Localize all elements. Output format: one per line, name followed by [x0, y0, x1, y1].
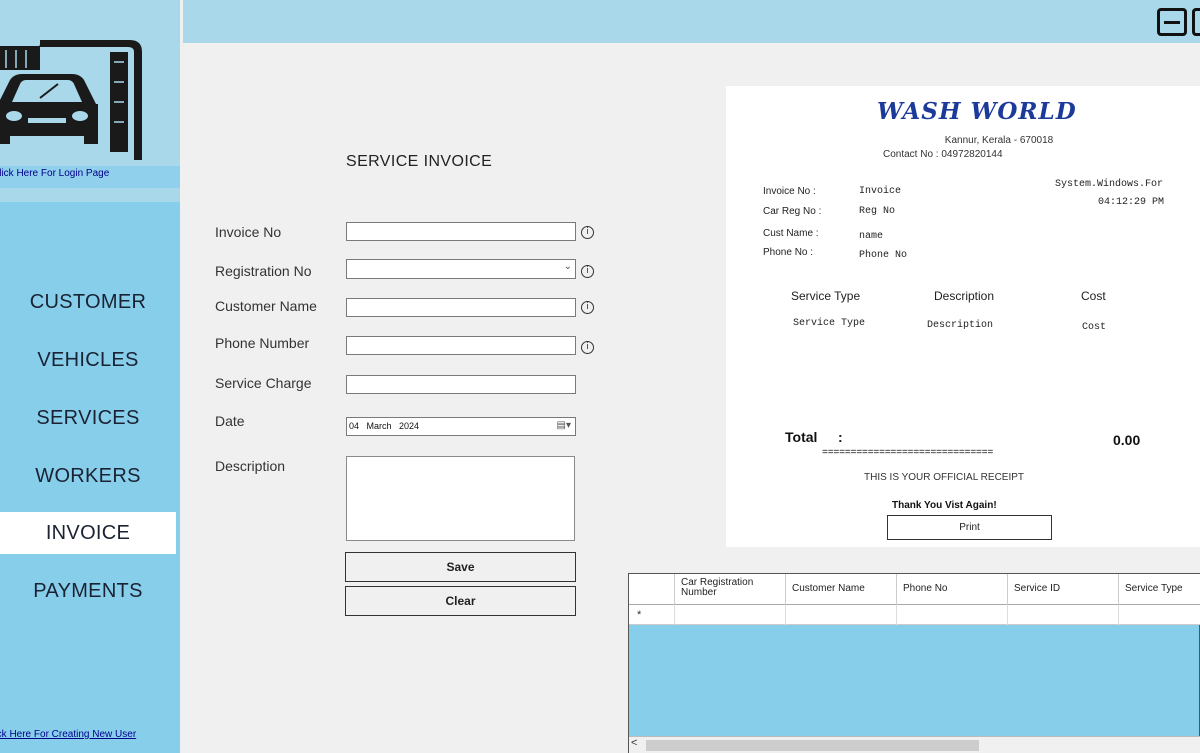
receipt-phone-value: Phone No	[859, 250, 908, 261]
scroll-left-arrow-icon[interactable]: <	[631, 737, 637, 749]
info-icon: i	[581, 265, 594, 278]
info-icon: i	[581, 226, 594, 239]
receipt-car-reg-value: Reg No	[859, 206, 896, 217]
grid-cell[interactable]	[786, 605, 897, 625]
invoice-grid[interactable]: Car Registration Number Customer Name Ph…	[628, 573, 1200, 753]
print-button[interactable]: Print	[887, 515, 1052, 540]
receipt-time: 04:12:29 PM	[1098, 197, 1165, 208]
grid-col-service-type[interactable]: Service Type	[1119, 574, 1200, 605]
minimize-button[interactable]	[1157, 8, 1187, 36]
receipt-total-label: Total	[785, 429, 818, 445]
grid-header: Car Registration Number Customer Name Ph…	[629, 574, 1200, 605]
receipt-car-reg-label: Car Reg No :	[763, 206, 822, 217]
receipt-date: System.Windows.For	[1055, 179, 1164, 190]
scrollbar-thumb[interactable]	[646, 740, 979, 751]
customer-name-label: Customer Name	[215, 298, 317, 314]
receipt-cell-description: Description	[927, 320, 994, 331]
globe-icon	[960, 100, 961, 101]
nav-vehicles[interactable]: VEHICLES	[0, 339, 176, 381]
date-picker[interactable]: 04 March 2024 ▤▾	[346, 417, 576, 436]
receipt-col-cost: Cost	[1081, 289, 1106, 303]
create-user-link[interactable]: Click Here For Creating New User	[0, 729, 136, 740]
service-charge-input[interactable]	[346, 375, 576, 394]
info-icon: i	[581, 301, 594, 314]
nav-invoice[interactable]: INVOICE	[0, 512, 176, 554]
registration-no-select[interactable]: ⌄	[346, 259, 576, 279]
nav-customer[interactable]: CUSTOMER	[0, 281, 176, 323]
description-textarea[interactable]	[346, 456, 575, 541]
maximize-button[interactable]	[1192, 8, 1200, 36]
date-value: 04 March 2024	[349, 421, 420, 431]
receipt-total-colon: :	[838, 429, 843, 445]
grid-col-car-reg[interactable]: Car Registration Number	[675, 574, 786, 605]
grid-row-header-col	[629, 574, 675, 605]
date-label: Date	[215, 413, 245, 429]
car-wash-icon	[0, 40, 142, 160]
login-page-link[interactable]: Click Here For Login Page	[0, 166, 180, 188]
receipt-invoice-value: Invoice	[859, 186, 902, 197]
info-icon: i	[581, 341, 594, 354]
grid-col-phone-no[interactable]: Phone No	[897, 574, 1008, 605]
title-bar	[183, 0, 1200, 43]
receipt-official-text: THIS IS YOUR OFFICIAL RECEIPT	[864, 472, 1025, 483]
receipt-cust-name-value: name	[859, 231, 884, 242]
phone-number-label: Phone Number	[215, 335, 310, 351]
clear-button[interactable]: Clear	[345, 586, 576, 616]
receipt-col-description: Description	[934, 289, 995, 303]
registration-no-label: Registration No	[215, 263, 312, 279]
form-title: SERVICE INVOICE	[346, 153, 493, 170]
service-charge-label: Service Charge	[215, 375, 312, 391]
grid-cell[interactable]	[1119, 605, 1200, 625]
grid-col-customer-name[interactable]: Customer Name	[786, 574, 897, 605]
car-wash-logo	[0, 0, 180, 167]
receipt-divider: ==============================	[822, 448, 994, 459]
customer-name-input[interactable]	[346, 298, 576, 317]
receipt-col-service-type: Service Type	[791, 289, 861, 303]
grid-cell[interactable]	[897, 605, 1008, 625]
grid-col-service-id[interactable]: Service ID	[1008, 574, 1119, 605]
invoice-no-input[interactable]	[346, 222, 576, 241]
invoice-no-label: Invoice No	[215, 224, 282, 240]
receipt-contact: Contact No : 04972820144	[883, 149, 1003, 160]
grid-row-header: *	[629, 605, 675, 625]
receipt-cell-service-type: Service Type	[793, 318, 866, 329]
receipt-phone-label: Phone No :	[763, 247, 814, 258]
receipt-cust-name-label: Cust Name :	[763, 228, 819, 239]
sidebar: Click Here For Login Page CUSTOMER VEHIC…	[0, 0, 180, 753]
receipt-address: Kannur, Kerala - 670018	[944, 135, 1054, 146]
sidebar-strip	[0, 188, 180, 202]
grid-cell[interactable]	[1008, 605, 1119, 625]
nav-services[interactable]: SERVICES	[0, 397, 176, 439]
calendar-icon: ▤▾	[556, 420, 571, 431]
nav-payments[interactable]: PAYMENTS	[0, 570, 176, 612]
receipt-invoice-label: Invoice No :	[763, 186, 816, 197]
receipt-total-value: 0.00	[1113, 432, 1141, 448]
receipt-cell-cost: Cost	[1082, 322, 1107, 333]
new-row-marker: *	[637, 609, 642, 621]
description-label: Description	[215, 458, 286, 474]
nav-workers[interactable]: WORKERS	[0, 455, 176, 497]
chevron-down-icon: ⌄	[563, 261, 572, 272]
horizontal-scrollbar[interactable]: <	[629, 736, 1200, 753]
grid-new-row[interactable]: *	[629, 605, 1200, 625]
grid-cell[interactable]	[675, 605, 786, 625]
receipt-thanks-text: Thank You Vist Again!	[892, 500, 997, 511]
save-button[interactable]: Save	[345, 552, 576, 582]
phone-number-input[interactable]	[346, 336, 576, 355]
brand-logo: WASH WORLD	[877, 98, 1077, 125]
